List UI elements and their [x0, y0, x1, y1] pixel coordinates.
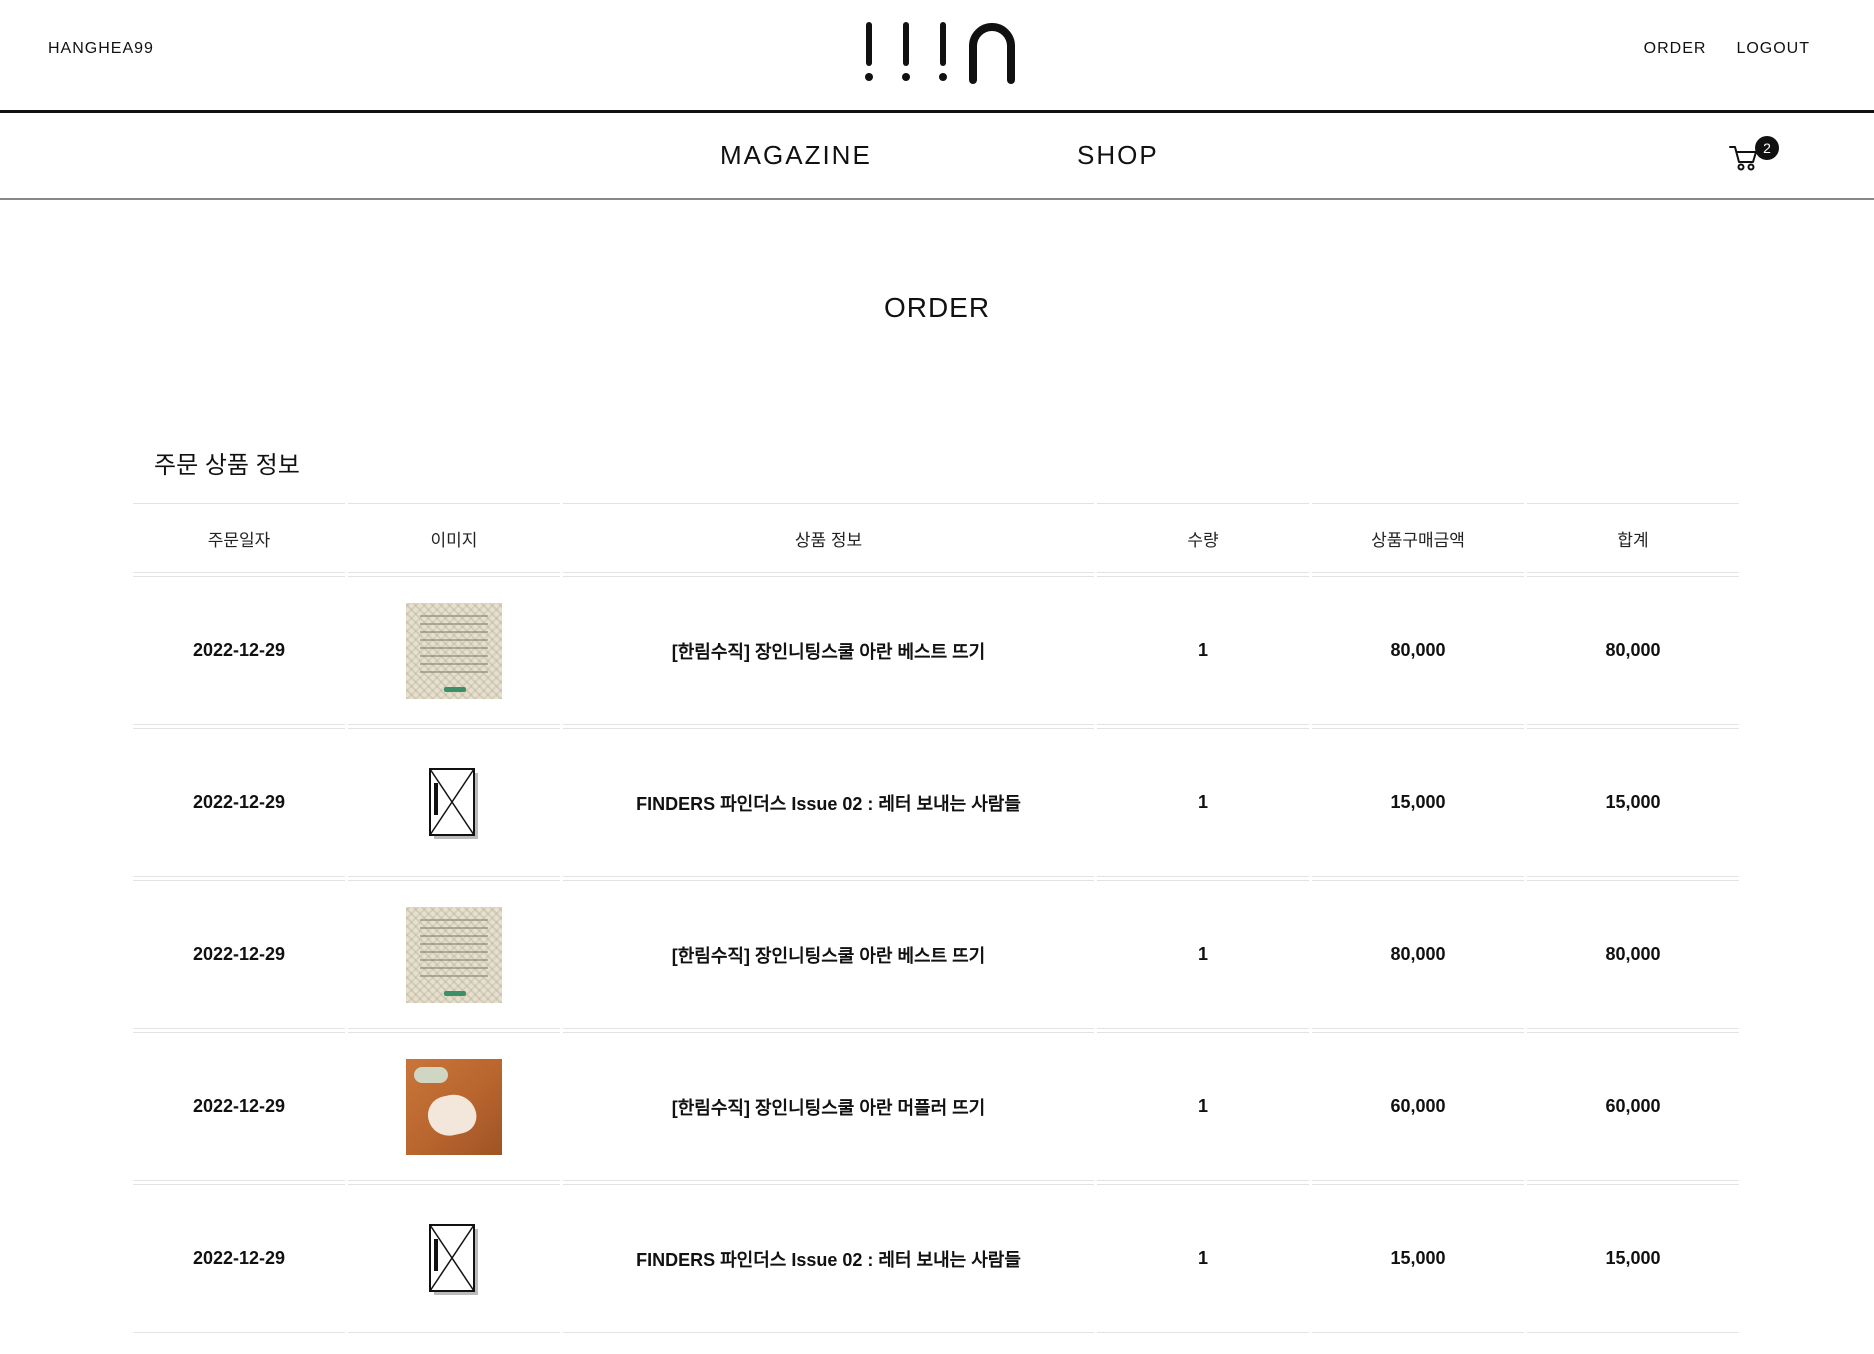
product-name[interactable]: [한림수직] 장인니팅스쿨 아란 머플러 뜨기 [563, 1032, 1094, 1181]
column-header-price: 상품구매금액 [1312, 503, 1524, 573]
finders-envelope-thumbnail[interactable] [406, 1211, 502, 1307]
total-price: 15,000 [1527, 728, 1739, 877]
table-header-row: 주문일자 이미지 상품 정보 수량 상품구매금액 합계 [133, 503, 1740, 573]
product-name[interactable]: FINDERS 파인더스 Issue 02 : 레터 보내는 사람들 [563, 728, 1094, 877]
page-title: ORDER [883, 292, 991, 323]
column-header-date: 주문일자 [133, 503, 345, 573]
total-price: 80,000 [1527, 576, 1739, 725]
main-nav: MAGAZINE SHOP 2 [0, 116, 1874, 200]
section-title: 주문 상품 정보 [154, 452, 300, 479]
unit-price: 15,000 [1312, 728, 1524, 877]
unit-price: 15,000 [1312, 1184, 1524, 1333]
order-date: 2022-12-29 [133, 1032, 345, 1181]
finders-envelope-thumbnail[interactable] [406, 755, 502, 851]
total-price: 60,000 [1527, 1032, 1739, 1181]
order-date: 2022-12-29 [133, 880, 345, 1029]
quantity: 1 [1097, 728, 1309, 877]
top-right-links: ORDER LOGOUT [1644, 40, 1810, 58]
product-name[interactable]: FINDERS 파인더스 Issue 02 : 레터 보내는 사람들 [563, 1184, 1094, 1333]
unit-price: 60,000 [1312, 1032, 1524, 1181]
table-row: 2022-12-29 [한림수직] 장인니팅스쿨 아란 베스트 뜨기 1 80,… [133, 576, 1740, 725]
column-header-image: 이미지 [348, 503, 560, 573]
cart-button[interactable]: 2 [1728, 136, 1779, 176]
site-logo[interactable] [857, 18, 1017, 84]
unit-price: 80,000 [1312, 880, 1524, 1029]
username: HANGHEA99 [48, 40, 154, 57]
order-date: 2022-12-29 [133, 728, 345, 877]
table-row: 2022-12-29 FINDERS 파인더스 Issue 02 : 레터 보내… [133, 1184, 1740, 1333]
order-date: 2022-12-29 [133, 576, 345, 725]
quantity: 1 [1097, 880, 1309, 1029]
knit-vest-thumbnail[interactable] [406, 906, 502, 1003]
nav-magazine[interactable]: MAGAZINE [720, 140, 872, 171]
cart-icon [1729, 146, 1757, 171]
column-header-qty: 수량 [1097, 503, 1309, 573]
quantity: 1 [1097, 1184, 1309, 1333]
table-row: 2022-12-29 [한림수직] 장인니팅스쿨 아란 베스트 뜨기 1 80,… [133, 880, 1740, 1029]
cart-count-badge: 2 [1755, 136, 1779, 160]
total-price: 15,000 [1527, 1184, 1739, 1333]
quantity: 1 [1097, 1032, 1309, 1181]
table-row: 2022-12-29 FINDERS 파인더스 Issue 02 : 레터 보내… [133, 728, 1740, 877]
column-header-total: 합계 [1527, 503, 1739, 573]
table-row: 2022-12-29 [한림수직] 장인니팅스쿨 아란 머플러 뜨기 1 60,… [133, 1032, 1740, 1181]
unit-price: 80,000 [1312, 576, 1524, 725]
top-header: HANGHEA99 ORDER LOGOUT [0, 0, 1874, 113]
order-table: 주문일자 이미지 상품 정보 수량 상품구매금액 합계 2022-12-29 [… [133, 503, 1740, 1336]
total-price: 80,000 [1527, 880, 1739, 1029]
knit-vest-thumbnail[interactable] [406, 602, 502, 699]
order-link[interactable]: ORDER [1644, 40, 1707, 58]
product-name[interactable]: [한림수직] 장인니팅스쿨 아란 베스트 뜨기 [563, 880, 1094, 1029]
order-date: 2022-12-29 [133, 1184, 345, 1333]
product-name[interactable]: [한림수직] 장인니팅스쿨 아란 베스트 뜨기 [563, 576, 1094, 725]
knit-muffler-thumbnail[interactable] [406, 1058, 502, 1155]
nav-shop[interactable]: SHOP [1077, 140, 1159, 171]
logout-link[interactable]: LOGOUT [1736, 40, 1810, 58]
column-header-product: 상품 정보 [563, 503, 1094, 573]
quantity: 1 [1097, 576, 1309, 725]
